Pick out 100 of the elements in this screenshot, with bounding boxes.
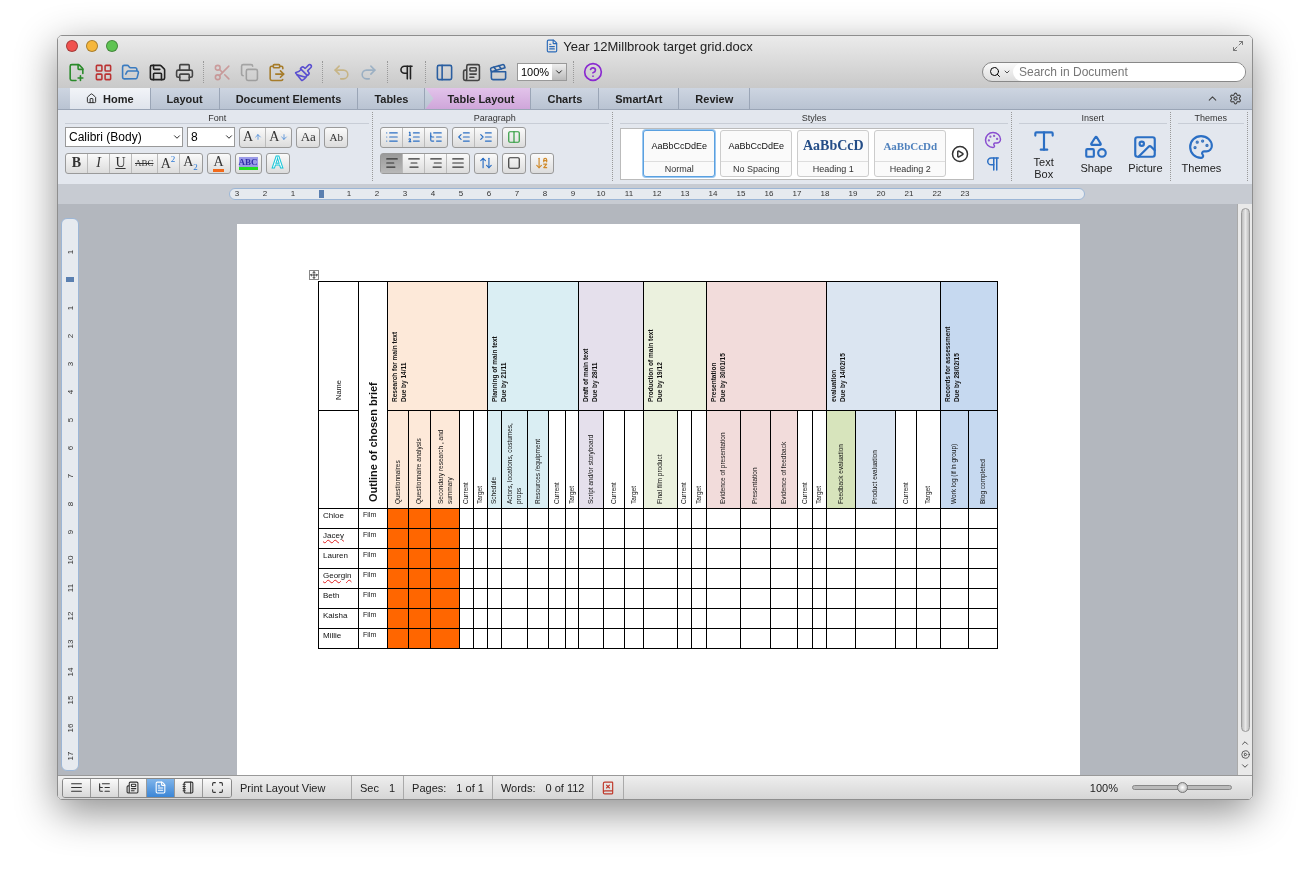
- insert-button[interactable]: Picture: [1124, 130, 1167, 174]
- columns-icon: [507, 130, 522, 144]
- group-title: Styles: [620, 112, 1008, 124]
- group-title: Font: [65, 112, 370, 124]
- change-case-button[interactable]: Aa: [297, 127, 320, 147]
- style-option[interactable]: AaBbCcDdEe Normal: [643, 130, 716, 177]
- focus-view-icon: [210, 781, 224, 794]
- indent-icon: [479, 130, 494, 144]
- scissors-icon: [213, 62, 232, 82]
- styles-palette-icon[interactable]: [984, 131, 1003, 149]
- toolbox-icon: [462, 62, 481, 82]
- slider-thumb[interactable]: [1177, 782, 1188, 793]
- notebook-view-icon: [182, 781, 195, 794]
- scroll-thumb[interactable]: [1240, 208, 1250, 732]
- ribbon-tab[interactable]: SmartArt: [599, 88, 680, 109]
- font-color-button[interactable]: A: [207, 153, 230, 173]
- help-icon: [583, 62, 604, 82]
- line-spacing-icon: [479, 156, 494, 170]
- search-field[interactable]: Search in Document: [982, 62, 1246, 82]
- view-button[interactable]: [175, 778, 203, 797]
- open-folder-icon: [121, 62, 140, 82]
- clear-formatting-button[interactable]: Ab: [325, 127, 348, 147]
- column-heading: Outline of chosen brief: [365, 381, 380, 504]
- underline-button[interactable]: U: [110, 153, 132, 173]
- proofing-error-icon[interactable]: [601, 780, 616, 795]
- scroll-down-icon[interactable]: [1240, 761, 1250, 771]
- next-styles-icon[interactable]: [951, 144, 970, 163]
- student-name: Jacey: [322, 530, 345, 542]
- view-button[interactable]: [63, 778, 91, 797]
- ruler-marker: [66, 277, 74, 283]
- align-button[interactable]: [381, 153, 404, 173]
- italic-button[interactable]: I: [88, 153, 110, 173]
- themes-button[interactable]: Themes: [1177, 130, 1226, 174]
- shrink-font-button[interactable]: A: [266, 127, 292, 147]
- ribbon-tab[interactable]: Charts: [531, 88, 600, 109]
- student-name: Georgin: [322, 570, 353, 582]
- search-icon: [989, 66, 1001, 78]
- print-icon: [175, 62, 194, 82]
- multilevel-list-icon: [429, 130, 444, 144]
- alignment-icon: [384, 156, 399, 170]
- group-title: Themes: [1177, 112, 1244, 124]
- ribbon-tab[interactable]: Review: [679, 88, 751, 109]
- zoom-percent: 100%: [1089, 781, 1118, 794]
- view-button[interactable]: [119, 778, 147, 797]
- pages-label: Pages:: [412, 781, 447, 794]
- style-option[interactable]: AaBbCcD Heading 1: [797, 130, 870, 177]
- minimize-button[interactable]: [86, 40, 98, 52]
- sort-icon: [535, 156, 550, 170]
- zoom-dropdown[interactable]: 100%: [517, 63, 568, 81]
- shape-icon: [1083, 134, 1110, 160]
- new-document-icon: [67, 62, 86, 82]
- settings-icon[interactable]: [1229, 92, 1242, 105]
- close-button[interactable]: [66, 40, 78, 52]
- window-title: Year 12Millbrook target grid.docx: [563, 38, 753, 54]
- view-button[interactable]: [91, 778, 119, 797]
- browse-icon[interactable]: [1240, 750, 1250, 759]
- alignment-icon: [406, 156, 421, 170]
- insert-button[interactable]: Shape: [1076, 130, 1117, 174]
- student-name: Lauren: [322, 550, 349, 562]
- caret-icon: [1003, 68, 1011, 76]
- scroll-up-icon[interactable]: [1240, 738, 1250, 748]
- numbered-list-icon: [406, 130, 421, 144]
- ribbon-tab[interactable]: Home: [70, 88, 151, 109]
- bold-button[interactable]: B: [66, 153, 88, 173]
- font-size-dropdown[interactable]: 8: [187, 127, 235, 147]
- down-arrow-icon: [280, 133, 289, 141]
- gallery-icon: [94, 62, 113, 82]
- outdent-icon: [456, 130, 471, 144]
- subscript-button[interactable]: A$_{2}$: [179, 153, 202, 173]
- strikethrough-button[interactable]: ABC: [132, 153, 158, 173]
- vertical-ruler: 1 1 2 3 4 5 6 7 8 9 10 11 12 13 14 15 16 17: [61, 218, 79, 771]
- draft-view-icon: [70, 781, 83, 794]
- style-option[interactable]: AaBbCcDd Heading 2: [874, 130, 947, 177]
- ribbon-tab[interactable]: Document Elements: [219, 88, 359, 109]
- insert-button[interactable]: Text Box: [1018, 124, 1069, 180]
- print-view-icon: [154, 781, 167, 794]
- save-icon: [148, 62, 167, 82]
- outline-view-icon: [98, 781, 111, 794]
- student-name: Kaisha: [322, 610, 349, 622]
- style-option[interactable]: AaBbCcDdEe No Spacing: [720, 130, 793, 177]
- caret-icon: [554, 67, 565, 77]
- home-icon: [86, 93, 97, 104]
- table-move-handle-icon[interactable]: [309, 270, 319, 280]
- ribbon-tab[interactable]: Layout: [150, 88, 220, 109]
- section-number: 1: [388, 781, 396, 794]
- view-name: Print Layout View: [240, 781, 326, 794]
- ribbon-tab[interactable]: Table Layout: [425, 88, 532, 109]
- group-title: Insert: [1018, 112, 1167, 124]
- fullscreen-icon[interactable]: [1232, 40, 1244, 52]
- page-count: 1 of 1: [456, 781, 484, 794]
- superscript-button[interactable]: A$^{2}$: [157, 153, 180, 173]
- font-name-dropdown[interactable]: Calibri (Body): [65, 127, 183, 147]
- zoom-button[interactable]: [106, 40, 118, 52]
- view-button[interactable]: [203, 778, 231, 797]
- words-label: Words:: [500, 781, 536, 794]
- border-icon: [507, 156, 522, 170]
- zoom-slider[interactable]: [1132, 785, 1232, 790]
- ribbon-tab[interactable]: Tables: [358, 88, 426, 109]
- pilcrow-icon: [397, 62, 416, 82]
- grow-font-button[interactable]: A: [240, 127, 267, 147]
